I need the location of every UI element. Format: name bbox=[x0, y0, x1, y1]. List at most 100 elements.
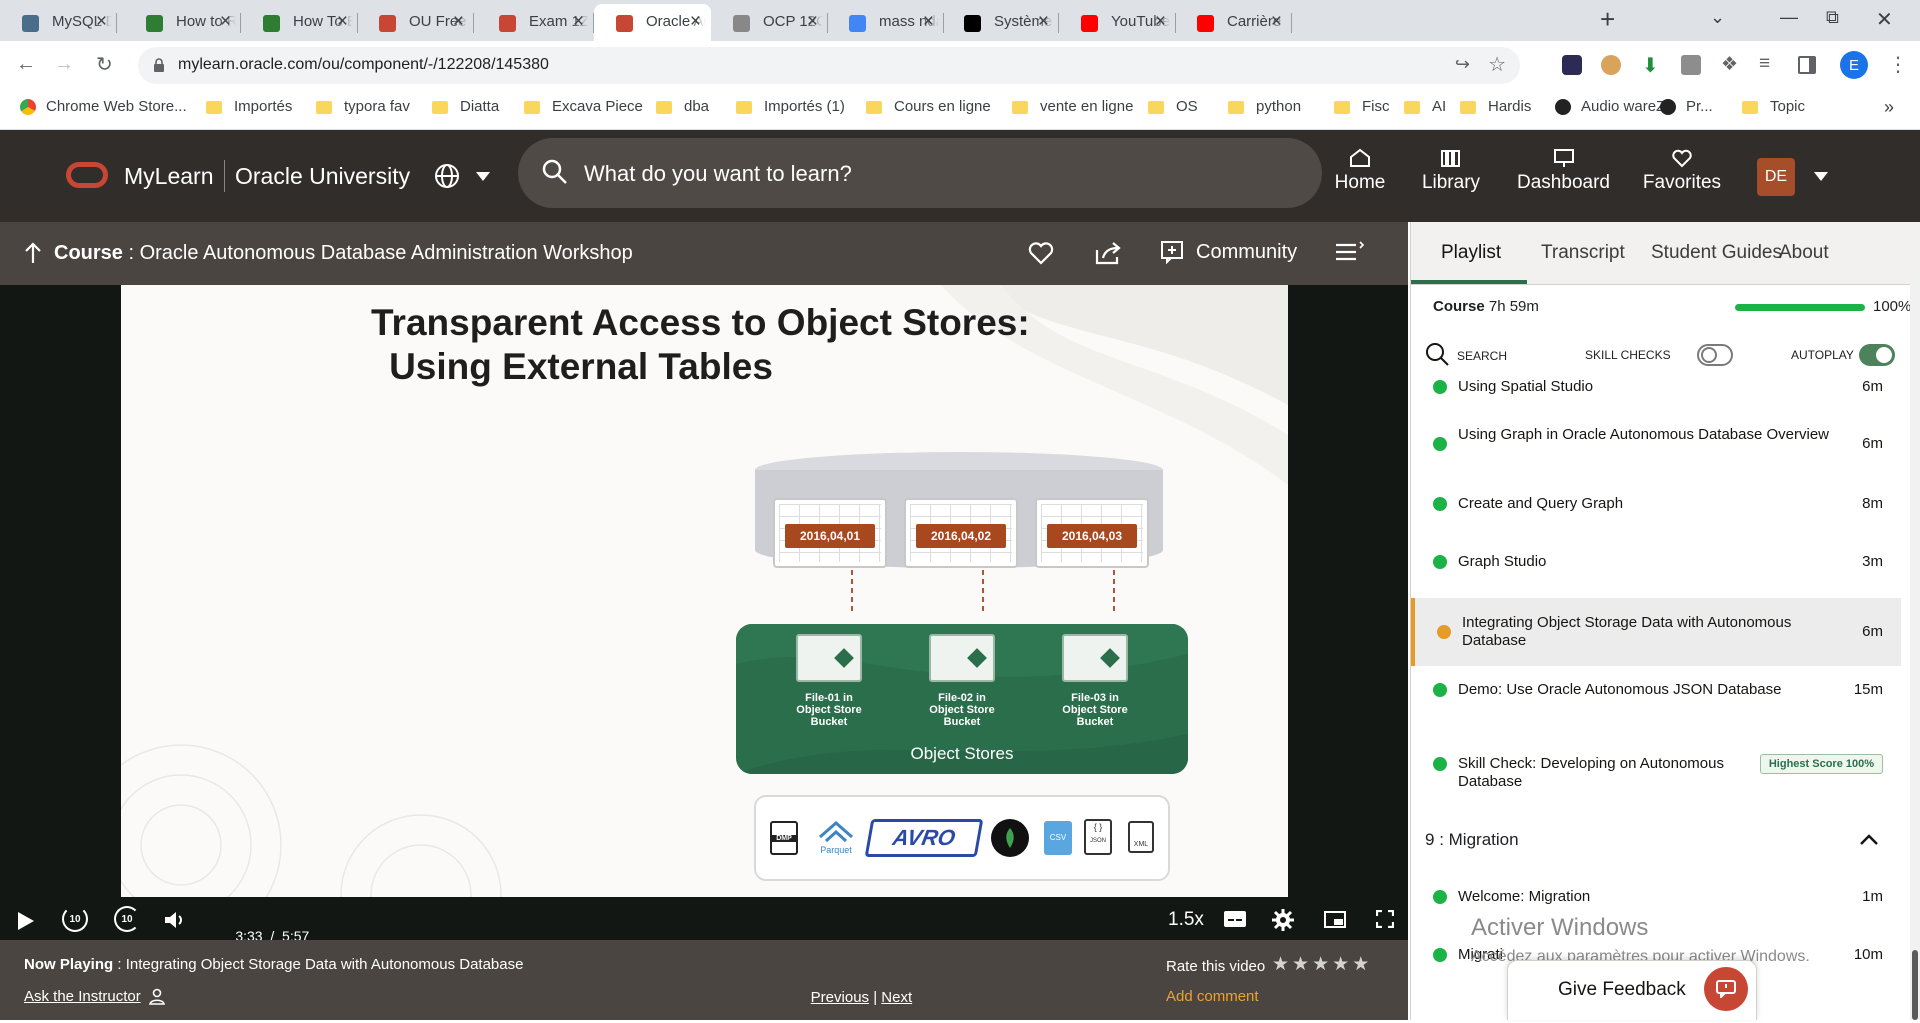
bookmark-item[interactable]: OS bbox=[1148, 98, 1198, 115]
extension-download-icon[interactable]: ⬇ bbox=[1642, 53, 1659, 78]
star-icon[interactable]: ★ bbox=[1332, 954, 1352, 975]
browser-tab[interactable]: MySQL D × bbox=[0, 4, 117, 41]
add-comment-link[interactable]: Add comment bbox=[1166, 988, 1259, 1005]
back-icon[interactable]: ← bbox=[16, 53, 36, 76]
play-icon[interactable] bbox=[18, 912, 34, 930]
extension-icon-1[interactable] bbox=[1562, 55, 1582, 75]
brand-name[interactable]: MyLearn bbox=[124, 163, 213, 190]
bookmark-star-icon[interactable]: ☆ bbox=[1488, 52, 1506, 77]
browser-tab[interactable]: OU Free C× bbox=[357, 4, 474, 41]
playlist-item[interactable]: Welcome: Migration 1m bbox=[1411, 882, 1901, 912]
bookmark-item[interactable]: Topic bbox=[1742, 98, 1805, 115]
give-feedback-button[interactable]: Give Feedback bbox=[1507, 960, 1757, 1020]
profile-avatar[interactable]: E bbox=[1840, 51, 1868, 79]
share-icon[interactable]: ↪ bbox=[1455, 54, 1470, 75]
reload-icon[interactable]: ↻ bbox=[96, 52, 113, 77]
extension-tb-icon[interactable] bbox=[1681, 55, 1701, 75]
nav-library[interactable]: Library bbox=[1420, 148, 1482, 194]
playlist-item[interactable]: Integrating Object Storage Data with Aut… bbox=[1411, 598, 1901, 666]
close-tab-icon[interactable]: × bbox=[690, 11, 701, 33]
browser-tab[interactable]: How to R × bbox=[124, 4, 241, 41]
close-tab-icon[interactable]: × bbox=[1155, 11, 1166, 33]
oracle-logo[interactable] bbox=[66, 162, 108, 188]
browser-tab[interactable]: mass nda × bbox=[827, 4, 944, 41]
skill-checks-toggle[interactable] bbox=[1697, 344, 1733, 366]
browser-tab[interactable]: Exam 1Z0× bbox=[477, 4, 594, 41]
picture-in-picture-icon[interactable] bbox=[1324, 911, 1346, 928]
bookmark-item[interactable]: typora fav bbox=[316, 98, 410, 115]
fullscreen-icon[interactable] bbox=[1376, 910, 1394, 928]
bookmark-item[interactable]: Audio wareZ bbox=[1555, 98, 1665, 115]
ask-instructor-link[interactable]: Ask the Instructor bbox=[24, 988, 165, 1005]
section-header[interactable]: 9 : Migration bbox=[1411, 822, 1901, 862]
language-chevron-down-icon[interactable] bbox=[476, 172, 490, 181]
browser-tab[interactable]: Oracle Au × bbox=[594, 4, 711, 41]
rewind-10-icon[interactable]: 10 bbox=[62, 906, 88, 932]
forward-10-icon[interactable]: 10 bbox=[114, 906, 140, 932]
sidebar-tab-student-guides[interactable]: Student Guides bbox=[1651, 242, 1782, 264]
globe-icon[interactable] bbox=[434, 163, 460, 189]
settings-gear-icon[interactable] bbox=[1272, 909, 1294, 931]
extension-cookie-icon[interactable] bbox=[1601, 55, 1621, 75]
extensions-puzzle-icon[interactable]: ❖ bbox=[1721, 53, 1738, 76]
sidebar-scrollbar-thumb[interactable] bbox=[1912, 950, 1918, 1020]
star-icon[interactable]: ★ bbox=[1352, 954, 1372, 975]
restore-icon[interactable]: ⧉ bbox=[1826, 7, 1839, 28]
new-tab-button[interactable]: + bbox=[1600, 4, 1615, 35]
address-bar[interactable]: mylearn.oracle.com/ou/component/-/122208… bbox=[138, 47, 1520, 84]
tab-search-chevron-icon[interactable]: ⌄ bbox=[1710, 7, 1725, 28]
browser-tab[interactable]: OCP 12C × bbox=[711, 4, 828, 41]
search-icon[interactable] bbox=[1425, 342, 1449, 366]
previous-link[interactable]: Previous bbox=[811, 989, 869, 1006]
sidebar-tab-about[interactable]: About bbox=[1779, 242, 1829, 264]
browser-tab[interactable]: Carrière × bbox=[1175, 4, 1292, 41]
bookmark-item[interactable]: AI bbox=[1404, 98, 1446, 115]
next-link[interactable]: Next bbox=[881, 989, 912, 1006]
autoplay-toggle[interactable] bbox=[1859, 344, 1895, 366]
nav-dashboard[interactable]: Dashboard bbox=[1516, 148, 1611, 194]
close-tab-icon[interactable]: × bbox=[923, 11, 934, 33]
close-tab-icon[interactable]: × bbox=[337, 11, 348, 33]
browser-tab[interactable]: How To B × bbox=[241, 4, 358, 41]
playback-speed[interactable]: 1.5x bbox=[1168, 909, 1204, 931]
bookmark-item[interactable]: Cours en ligne bbox=[866, 98, 991, 115]
playlist-item[interactable]: Using Spatial Studio 6m bbox=[1411, 374, 1901, 400]
sidebar-tab-playlist[interactable]: Playlist bbox=[1441, 242, 1501, 264]
bookmark-item[interactable]: python bbox=[1228, 98, 1301, 115]
close-tab-icon[interactable]: × bbox=[96, 11, 107, 33]
bookmark-item[interactable]: Hardis bbox=[1460, 98, 1531, 115]
star-icon[interactable]: ★ bbox=[1292, 954, 1312, 975]
close-tab-icon[interactable]: × bbox=[1038, 11, 1049, 33]
bookmark-item[interactable]: dba bbox=[656, 98, 709, 115]
bookmark-item[interactable]: Pr... bbox=[1660, 98, 1713, 115]
playlist-item[interactable]: Graph Studio 3m bbox=[1411, 538, 1901, 586]
volume-icon[interactable] bbox=[164, 910, 186, 930]
sidebar-scrollbar[interactable] bbox=[1910, 222, 1920, 1020]
close-tab-icon[interactable]: × bbox=[453, 11, 464, 33]
chevron-up-icon[interactable] bbox=[1859, 834, 1879, 846]
arrow-up-icon[interactable] bbox=[24, 242, 42, 264]
bookmark-item[interactable]: Importés (1) bbox=[736, 98, 845, 115]
playlist-item[interactable]: Skill Check: Developing on Autonomous Da… bbox=[1411, 734, 1901, 794]
bookmark-item[interactable]: vente en ligne bbox=[1012, 98, 1133, 115]
minimize-icon[interactable]: — bbox=[1780, 7, 1798, 28]
nav-favorites[interactable]: Favorites bbox=[1636, 148, 1728, 194]
bookmarks-overflow-icon[interactable]: » bbox=[1884, 97, 1894, 118]
forward-icon[interactable]: → bbox=[54, 53, 74, 76]
bookmark-item[interactable]: Importés bbox=[206, 98, 292, 115]
star-icon[interactable]: ★ bbox=[1272, 954, 1292, 975]
favorite-heart-icon[interactable] bbox=[1028, 241, 1054, 265]
playlist-item[interactable]: Demo: Use Oracle Autonomous JSON Databas… bbox=[1411, 666, 1901, 714]
share-icon[interactable] bbox=[1094, 240, 1124, 266]
bookmark-item[interactable]: Chrome Web Store... bbox=[20, 98, 187, 115]
media-queue-icon[interactable]: ≡ bbox=[1759, 53, 1770, 75]
window-close-icon[interactable]: ✕ bbox=[1876, 7, 1893, 32]
browser-menu-icon[interactable]: ⋮ bbox=[1888, 52, 1908, 77]
nav-home[interactable]: Home bbox=[1334, 148, 1386, 194]
bookmark-item[interactable]: Excava Piece bbox=[524, 98, 643, 115]
browser-tab[interactable]: YouTube × bbox=[1059, 4, 1176, 41]
video-player[interactable]: Transparent Access to Object Stores: Usi… bbox=[0, 285, 1408, 944]
playlist-toggle-icon[interactable] bbox=[1334, 240, 1366, 266]
close-tab-icon[interactable]: × bbox=[1271, 11, 1282, 33]
close-tab-icon[interactable]: × bbox=[573, 11, 584, 33]
